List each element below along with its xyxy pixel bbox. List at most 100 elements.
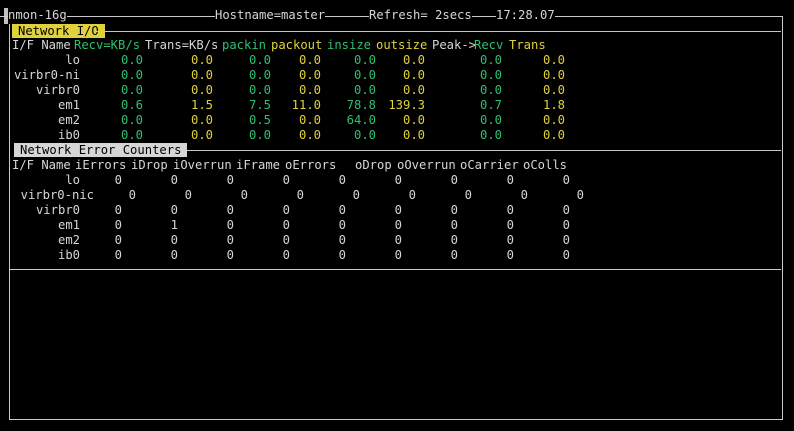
cell-insize: 64.0 — [346, 113, 376, 127]
cell-peak-trans: 0.0 — [542, 53, 565, 67]
col-ierrors: iErrors — [75, 158, 127, 172]
network-io-row: ib0 0.0 0.0 0.0 0.0 0.0 0.0 0.0 0.0 — [12, 128, 782, 143]
network-io-divider — [96, 31, 781, 32]
cell-trans: 1.5 — [190, 98, 213, 112]
cell-ifname: em2 — [57, 113, 80, 127]
col-oerrors: oErrors — [285, 158, 337, 172]
error-counters-header-row: I/F Name iErrors iDrop iOverrun iFrame o… — [12, 158, 782, 173]
cell-packin: 0.0 — [248, 83, 271, 97]
error-counters-bottom-divider — [10, 269, 781, 270]
cell-ifname: em2 — [57, 233, 80, 247]
cell-ierrors: 0 — [114, 248, 122, 262]
cell-peak-recv: 0.7 — [479, 98, 502, 112]
cell-oerrors: 0 — [338, 218, 346, 232]
col-packout: packout — [271, 38, 323, 52]
network-io-header-row: I/F Name Recv=KB/s Trans=KB/s packin pac… — [12, 38, 782, 53]
cell-peak-recv: 0.0 — [479, 83, 502, 97]
col-idrop: iDrop — [131, 158, 168, 172]
col-outsize: outsize — [376, 38, 428, 52]
cell-odrop: 0 — [394, 203, 402, 217]
cell-odrop: 0 — [394, 218, 402, 232]
cell-ocolls: 0 — [562, 248, 570, 262]
cell-odrop: 0 — [394, 248, 402, 262]
cell-ierrors: 0 — [128, 188, 136, 202]
cell-ierrors: 0 — [114, 173, 122, 187]
cell-packout: 11.0 — [291, 98, 321, 112]
col-odrop: oDrop — [355, 158, 392, 172]
col-insize: insize — [327, 38, 372, 52]
cell-recv: 0.0 — [120, 68, 143, 82]
cell-ooverrun: 0 — [450, 218, 458, 232]
cell-ifname: virbr0 — [35, 203, 80, 217]
error-counters-divider — [180, 150, 781, 151]
network-io-row: em1 0.6 1.5 7.5 11.0 78.8 139.3 0.7 1.8 — [12, 98, 782, 113]
error-counters-row: virbr0-nic 0 0 0 0 0 0 0 0 0 — [12, 188, 782, 203]
cell-ierrors: 0 — [114, 203, 122, 217]
col-recv: Recv=KB/s — [74, 38, 141, 52]
error-counters-row: em2 0 0 0 0 0 0 0 0 0 — [12, 233, 782, 248]
cell-ocolls: 0 — [562, 233, 570, 247]
cell-ifname: em1 — [57, 218, 80, 232]
cell-ifname: virbr0 — [35, 83, 80, 97]
cell-packout: 0.0 — [298, 53, 321, 67]
cell-peak-recv: 0.0 — [479, 113, 502, 127]
cell-oerrors: 0 — [338, 248, 346, 262]
cell-peak-trans: 0.0 — [542, 83, 565, 97]
cell-idrop: 0 — [170, 233, 178, 247]
cell-ocarrier: 0 — [506, 248, 514, 262]
network-io-row: virbr0 0.0 0.0 0.0 0.0 0.0 0.0 0.0 0.0 — [12, 83, 782, 98]
cell-packin: 0.0 — [248, 68, 271, 82]
col-peak-trans: Trans — [509, 38, 546, 52]
cell-idrop: 0 — [184, 188, 192, 202]
cell-peak-trans: 0.0 — [542, 68, 565, 82]
cell-ifname: virbr0-ni — [13, 68, 80, 82]
cell-ocarrier: 0 — [506, 203, 514, 217]
cell-ioverrun: 0 — [226, 218, 234, 232]
cell-iframe: 0 — [282, 173, 290, 187]
cell-ooverrun: 0 — [450, 203, 458, 217]
cell-ooverrun: 0 — [450, 233, 458, 247]
cell-ifname: lo — [65, 53, 80, 67]
cell-ocolls: 0 — [576, 188, 584, 202]
cell-ifname: ib0 — [57, 128, 80, 142]
col-trans: Trans=KB/s — [145, 38, 219, 52]
cell-ioverrun: 0 — [226, 248, 234, 262]
cell-odrop: 0 — [394, 173, 402, 187]
cell-outsize: 0.0 — [402, 128, 425, 142]
cell-ooverrun: 0 — [450, 173, 458, 187]
cell-peak-recv: 0.0 — [479, 68, 502, 82]
cell-ocarrier: 0 — [506, 218, 514, 232]
cell-ioverrun: 0 — [240, 188, 248, 202]
cell-trans: 0.0 — [190, 83, 213, 97]
col-packin: packin — [222, 38, 267, 52]
cell-peak-trans: 0.0 — [542, 113, 565, 127]
network-io-section-label: Network I/O — [12, 24, 105, 38]
cell-ierrors: 0 — [114, 233, 122, 247]
cell-ierrors: 0 — [114, 218, 122, 232]
col-ioverrun: iOverrun — [173, 158, 232, 172]
col-peak: Peak-> — [432, 38, 477, 52]
cell-packin: 0.0 — [248, 128, 271, 142]
error-counters-section-label: Network Error Counters — [14, 143, 188, 157]
network-io-row: virbr0-ni 0.0 0.0 0.0 0.0 0.0 0.0 0.0 0.0 — [12, 68, 782, 83]
cell-outsize: 0.0 — [402, 53, 425, 67]
cell-odrop: 0 — [394, 233, 402, 247]
cell-ooverrun: 0 — [464, 188, 472, 202]
cell-recv: 0.0 — [120, 128, 143, 142]
cell-recv: 0.0 — [120, 83, 143, 97]
cell-trans: 0.0 — [190, 128, 213, 142]
cell-iframe: 0 — [282, 248, 290, 262]
cell-outsize: 0.0 — [402, 113, 425, 127]
cell-ifname: ib0 — [57, 248, 80, 262]
clock-time: 17:28.07 — [496, 8, 555, 24]
cell-oerrors: 0 — [352, 188, 360, 202]
cell-ifname: em1 — [57, 98, 80, 112]
cell-ocolls: 0 — [562, 203, 570, 217]
col-ocarrier: oCarrier — [460, 158, 519, 172]
cell-packout: 0.0 — [298, 83, 321, 97]
col-ocolls: oColls — [523, 158, 568, 172]
cell-peak-recv: 0.0 — [479, 53, 502, 67]
cell-ioverrun: 0 — [226, 173, 234, 187]
cell-recv: 0.6 — [120, 98, 143, 112]
cell-packout: 0.0 — [298, 128, 321, 142]
